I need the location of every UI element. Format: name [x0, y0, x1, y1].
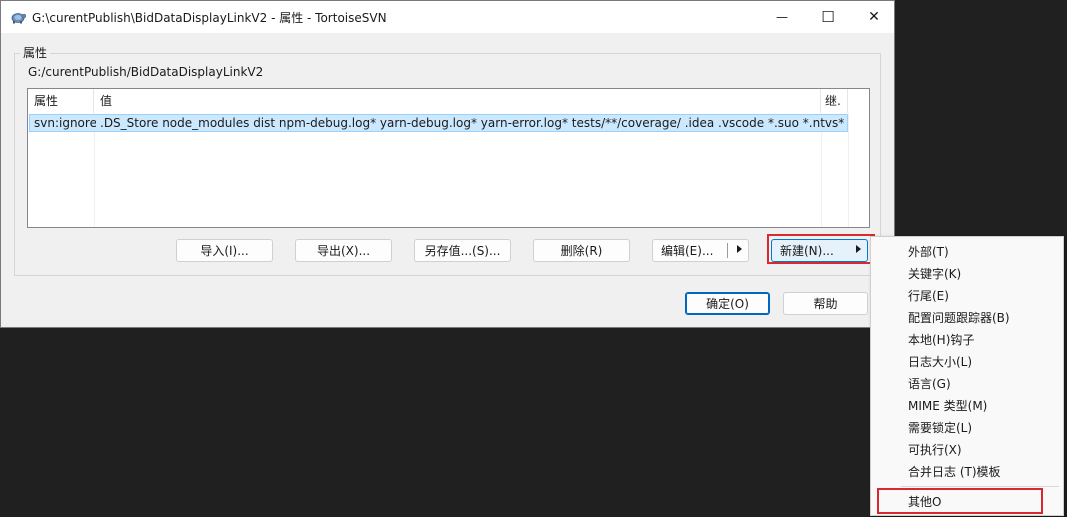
title-bar[interactable]: G:\curentPublish\BidDataDisplayLinkV2 - …	[1, 1, 894, 33]
row-property: svn:ignore	[34, 116, 96, 130]
menu-item-merge-log-template[interactable]: 合并日志 (T)模板	[872, 461, 1062, 483]
properties-dialog: G:\curentPublish\BidDataDisplayLinkV2 - …	[0, 0, 895, 328]
menu-item-executable[interactable]: 可执行(X)	[872, 439, 1062, 461]
edit-split-button[interactable]: 编辑(E)...	[652, 239, 749, 262]
import-button[interactable]: 导入(I)...	[176, 239, 273, 262]
delete-button[interactable]: 删除(R)	[533, 239, 630, 262]
working-copy-path: G:/curentPublish/BidDataDisplayLinkV2	[28, 65, 264, 79]
menu-item-mime-type[interactable]: MIME 类型(M)	[872, 395, 1062, 417]
table-row[interactable]: svn:ignore .DS_Store node_modules dist n…	[29, 114, 848, 132]
menu-item-externals[interactable]: 外部(T)	[872, 241, 1062, 263]
close-icon: ✕	[868, 9, 880, 25]
menu-item-keywords[interactable]: 关键字(K)	[872, 263, 1062, 285]
menu-item-bugtracker[interactable]: 配置问题跟踪器(B)	[872, 307, 1062, 329]
group-legend: 属性	[20, 44, 51, 61]
menu-item-eol[interactable]: 行尾(E)	[872, 285, 1062, 307]
new-button-label: 新建(N)...	[780, 244, 834, 258]
new-property-menu: 外部(T) 关键字(K) 行尾(E) 配置问题跟踪器(B) 本地(H)钩子 日志…	[870, 236, 1064, 516]
edit-button-label: 编辑(E)...	[661, 244, 714, 258]
close-button[interactable]: ✕	[851, 1, 897, 33]
minimize-button[interactable]: —	[759, 1, 805, 33]
maximize-button[interactable]: ☐	[805, 1, 851, 33]
menu-separator	[901, 486, 1059, 487]
maximize-icon: ☐	[821, 8, 835, 26]
properties-list[interactable]: 属性 值 继. svn:ignore .DS_Store node_module…	[27, 88, 870, 228]
column-header-inherited[interactable]: 继.	[821, 89, 848, 113]
help-button[interactable]: 帮助	[783, 292, 868, 315]
column-divider	[848, 113, 849, 227]
minimize-icon: —	[776, 10, 788, 24]
chevron-right-icon[interactable]	[737, 245, 742, 253]
menu-item-log-size[interactable]: 日志大小(L)	[872, 351, 1062, 373]
menu-item-other[interactable]: 其他O	[872, 491, 1062, 513]
split-divider	[727, 243, 728, 258]
list-header: 属性 值 继.	[28, 89, 869, 113]
window-title: G:\curentPublish\BidDataDisplayLinkV2 - …	[32, 11, 387, 25]
menu-item-needs-lock[interactable]: 需要锁定(L)	[872, 417, 1062, 439]
menu-item-language[interactable]: 语言(G)	[872, 373, 1062, 395]
new-split-button[interactable]: 新建(N)...	[771, 239, 868, 262]
ok-button[interactable]: 确定(O)	[685, 292, 770, 315]
save-value-button[interactable]: 另存值...(S)...	[414, 239, 511, 262]
column-header-property[interactable]: 属性	[28, 89, 94, 113]
column-header-value[interactable]: 值	[94, 89, 821, 113]
menu-item-local-hooks[interactable]: 本地(H)钩子	[872, 329, 1062, 351]
row-value: .DS_Store node_modules dist npm-debug.lo…	[100, 116, 845, 130]
export-button[interactable]: 导出(X)...	[295, 239, 392, 262]
tortoisesvn-turtle-icon	[11, 13, 27, 24]
chevron-right-icon[interactable]	[856, 245, 861, 253]
